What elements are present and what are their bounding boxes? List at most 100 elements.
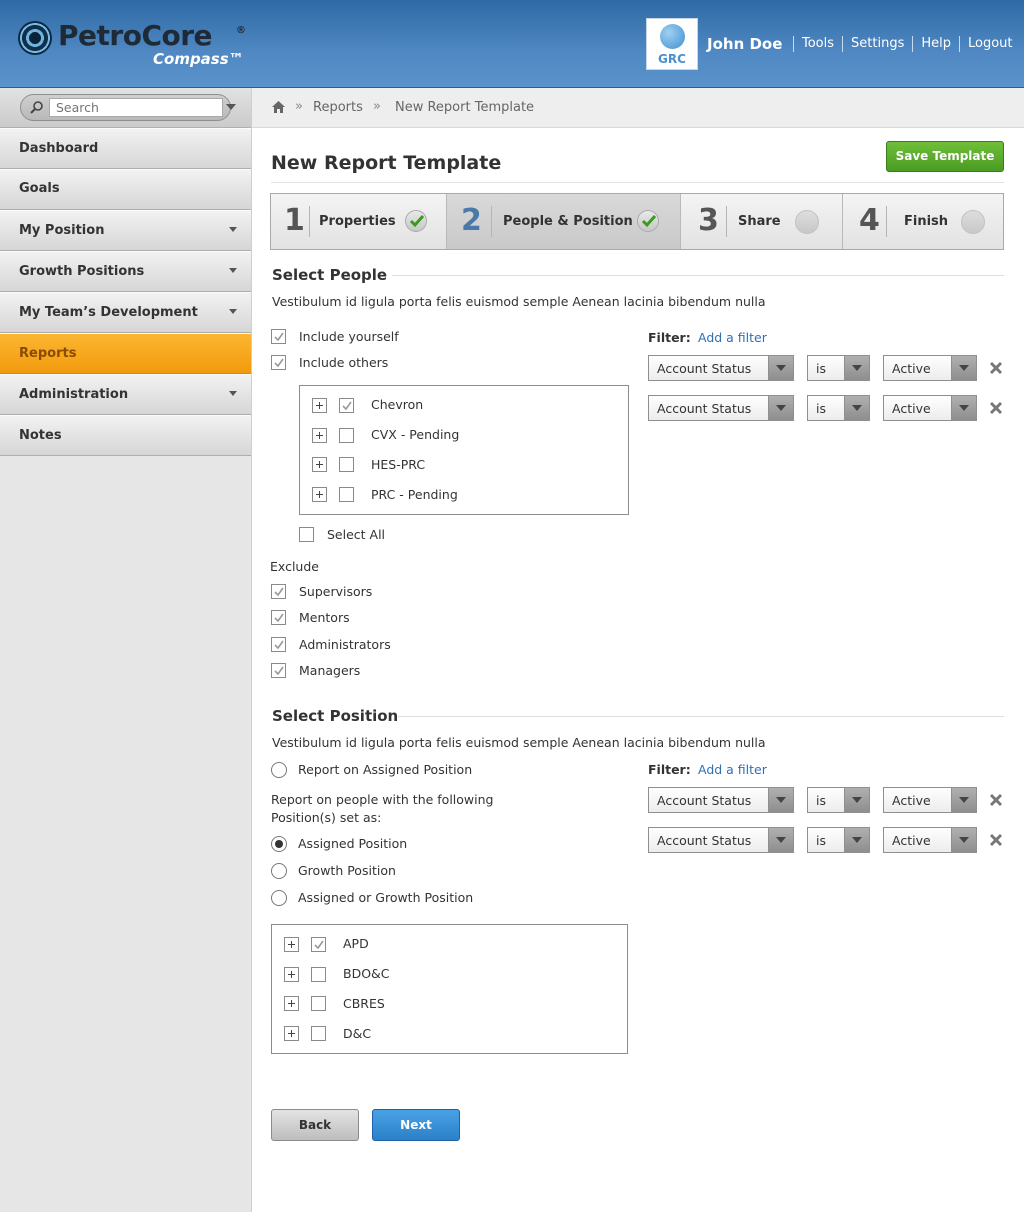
- filter-value-select[interactable]: Active: [883, 355, 977, 381]
- chevron-down-icon[interactable]: [844, 396, 869, 420]
- sidebar-item-goals[interactable]: Goals: [0, 169, 251, 210]
- tree-item-label[interactable]: PRC - Pending: [371, 487, 458, 502]
- tree-item-label[interactable]: HES-PRC: [371, 457, 425, 472]
- expand-icon[interactable]: [312, 457, 327, 472]
- chevron-down-icon[interactable]: [951, 828, 976, 852]
- exclude-managers-label[interactable]: Managers: [299, 663, 360, 678]
- expand-icon[interactable]: [312, 428, 327, 443]
- filter-field-select[interactable]: Account Status: [648, 395, 794, 421]
- tools-link[interactable]: Tools: [793, 36, 842, 52]
- exclude-supervisors-label[interactable]: Supervisors: [299, 584, 372, 599]
- sidebar-item-growth-positions[interactable]: Growth Positions: [0, 251, 251, 292]
- report-assigned-position-radio[interactable]: [271, 762, 287, 778]
- tree-item-label[interactable]: Chevron: [371, 397, 423, 412]
- chevron-down-icon[interactable]: [951, 788, 976, 812]
- chevron-down-icon[interactable]: [844, 788, 869, 812]
- search-icon[interactable]: [29, 100, 44, 115]
- remove-filter-icon[interactable]: [989, 401, 1003, 415]
- expand-icon[interactable]: [312, 487, 327, 502]
- tree-checkbox[interactable]: [339, 457, 354, 472]
- user-name[interactable]: John Doe: [707, 35, 782, 53]
- step-finish[interactable]: 4 Finish: [843, 194, 1003, 249]
- petrocore-logo-icon[interactable]: [18, 21, 52, 55]
- breadcrumb-reports[interactable]: Reports: [313, 100, 363, 115]
- step-people-position[interactable]: 2 People & Position: [447, 194, 681, 249]
- expand-icon[interactable]: [284, 996, 299, 1011]
- tree-item-label[interactable]: BDO&C: [343, 966, 390, 981]
- expand-icon[interactable]: [284, 937, 299, 952]
- chevron-down-icon[interactable]: [951, 356, 976, 380]
- filter-operator-select[interactable]: is: [807, 395, 870, 421]
- include-others-label[interactable]: Include others: [299, 355, 388, 370]
- filter-operator-select[interactable]: is: [807, 787, 870, 813]
- chevron-down-icon[interactable]: [951, 396, 976, 420]
- remove-filter-icon[interactable]: [989, 361, 1003, 375]
- tree-checkbox[interactable]: [339, 398, 354, 413]
- assigned-position-label[interactable]: Assigned Position: [298, 836, 407, 851]
- growth-position-radio[interactable]: [271, 863, 287, 879]
- chevron-down-icon[interactable]: [844, 828, 869, 852]
- add-filter-link[interactable]: Add a filter: [698, 762, 767, 777]
- filter-operator-select[interactable]: is: [807, 827, 870, 853]
- search-dropdown-icon[interactable]: [226, 104, 236, 110]
- assigned-position-radio[interactable]: [271, 836, 287, 852]
- tree-checkbox[interactable]: [311, 1026, 326, 1041]
- help-link[interactable]: Help: [912, 36, 959, 52]
- include-yourself-label[interactable]: Include yourself: [299, 329, 399, 344]
- tree-item-label[interactable]: APD: [343, 936, 369, 951]
- tree-checkbox[interactable]: [339, 487, 354, 502]
- expand-icon[interactable]: [284, 1026, 299, 1041]
- tree-checkbox[interactable]: [311, 967, 326, 982]
- filter-value-select[interactable]: Active: [883, 395, 977, 421]
- search-input[interactable]: [49, 98, 223, 117]
- logo-name[interactable]: PetroCore: [58, 19, 213, 52]
- sidebar-item-dashboard[interactable]: Dashboard: [0, 128, 251, 169]
- chevron-down-icon[interactable]: [844, 356, 869, 380]
- exclude-managers-checkbox[interactable]: [271, 663, 286, 678]
- tree-item-label[interactable]: CBRES: [343, 996, 385, 1011]
- next-button[interactable]: Next: [372, 1109, 460, 1141]
- exclude-administrators-checkbox[interactable]: [271, 637, 286, 652]
- step-properties[interactable]: 1 Properties: [271, 194, 447, 249]
- sidebar-item-my-position[interactable]: My Position: [0, 210, 251, 251]
- include-others-checkbox[interactable]: [271, 355, 286, 370]
- expand-icon[interactable]: [312, 398, 327, 413]
- chevron-down-icon[interactable]: [768, 396, 793, 420]
- home-icon[interactable]: [271, 100, 286, 114]
- step-share[interactable]: 3 Share: [681, 194, 843, 249]
- exclude-mentors-checkbox[interactable]: [271, 610, 286, 625]
- tree-checkbox[interactable]: [339, 428, 354, 443]
- include-yourself-checkbox[interactable]: [271, 329, 286, 344]
- filter-field-select[interactable]: Account Status: [648, 787, 794, 813]
- growth-position-label[interactable]: Growth Position: [298, 863, 396, 878]
- save-template-button[interactable]: Save Template: [886, 141, 1004, 172]
- remove-filter-icon[interactable]: [989, 833, 1003, 847]
- chevron-down-icon[interactable]: [768, 788, 793, 812]
- grc-badge[interactable]: GRC: [646, 18, 698, 70]
- filter-operator-select[interactable]: is: [807, 355, 870, 381]
- assigned-or-growth-label[interactable]: Assigned or Growth Position: [298, 890, 473, 905]
- tree-checkbox[interactable]: [311, 937, 326, 952]
- exclude-mentors-label[interactable]: Mentors: [299, 610, 350, 625]
- filter-field-select[interactable]: Account Status: [648, 355, 794, 381]
- sidebar-item-reports[interactable]: Reports: [0, 333, 251, 374]
- assigned-or-growth-radio[interactable]: [271, 890, 287, 906]
- sidebar-item-administration[interactable]: Administration: [0, 374, 251, 415]
- remove-filter-icon[interactable]: [989, 793, 1003, 807]
- select-all-checkbox[interactable]: [299, 527, 314, 542]
- settings-link[interactable]: Settings: [842, 36, 912, 52]
- add-filter-link[interactable]: Add a filter: [698, 330, 767, 345]
- logout-link[interactable]: Logout: [959, 36, 1021, 52]
- back-button[interactable]: Back: [271, 1109, 359, 1141]
- sidebar-item-my-teams-development[interactable]: My Team’s Development: [0, 292, 251, 333]
- tree-item-label[interactable]: CVX - Pending: [371, 427, 459, 442]
- chevron-down-icon[interactable]: [768, 356, 793, 380]
- select-all-label[interactable]: Select All: [327, 527, 385, 542]
- filter-value-select[interactable]: Active: [883, 827, 977, 853]
- filter-value-select[interactable]: Active: [883, 787, 977, 813]
- report-assigned-position-label[interactable]: Report on Assigned Position: [298, 762, 472, 777]
- tree-item-label[interactable]: D&C: [343, 1026, 371, 1041]
- exclude-administrators-label[interactable]: Administrators: [299, 637, 391, 652]
- chevron-down-icon[interactable]: [768, 828, 793, 852]
- exclude-supervisors-checkbox[interactable]: [271, 584, 286, 599]
